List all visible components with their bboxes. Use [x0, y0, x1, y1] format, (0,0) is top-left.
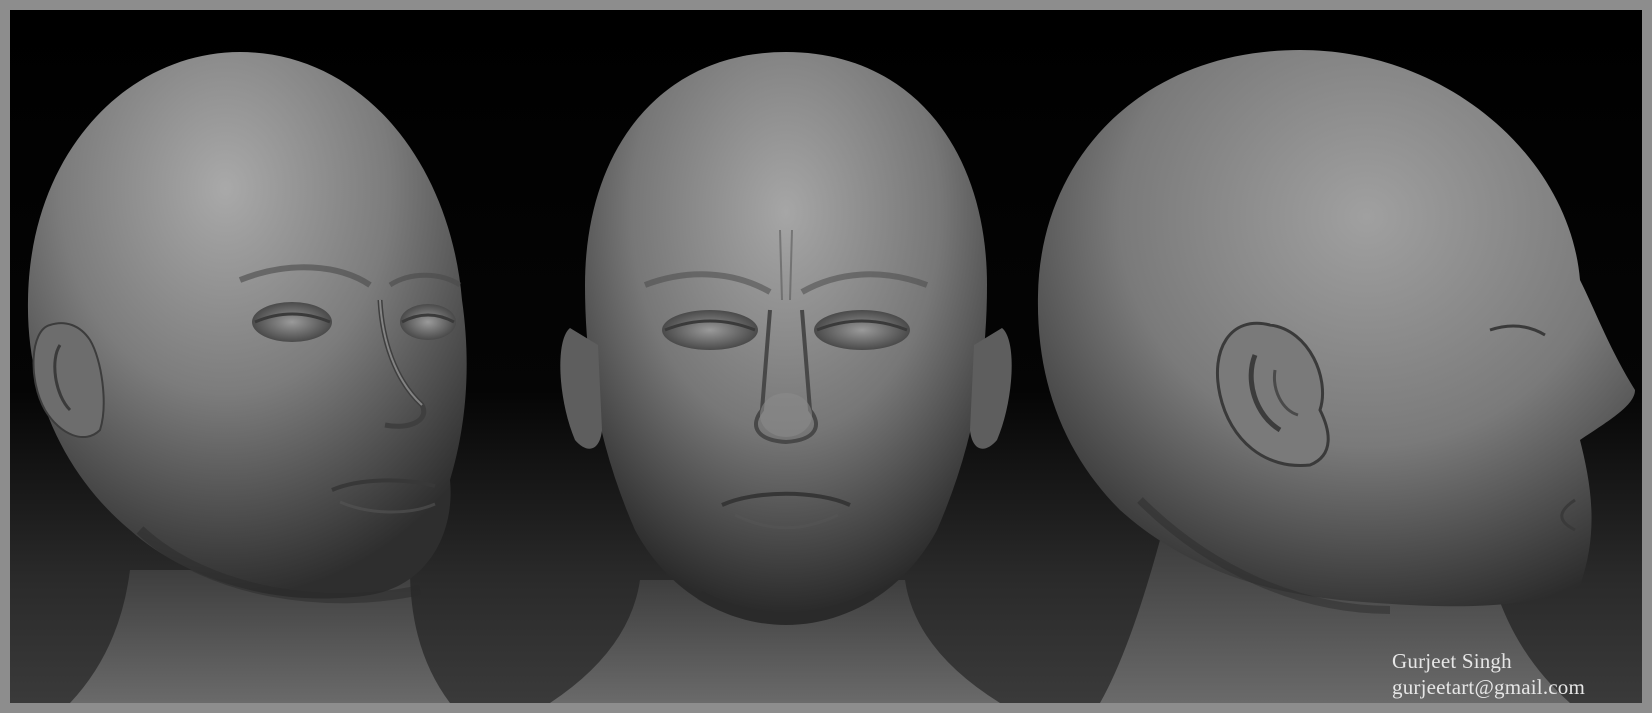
head-front — [550, 52, 1012, 703]
artwork-frame: Gurjeet Singh gurjeetart@gmail.com — [0, 0, 1652, 713]
artist-email: gurjeetart@gmail.com — [1392, 675, 1586, 699]
artist-name: Gurjeet Singh — [1392, 649, 1512, 673]
head-three-quarter — [27, 52, 467, 703]
sculpt-render — [27, 50, 1635, 703]
head-profile — [1037, 50, 1635, 703]
artist-signature: Gurjeet Singh gurjeetart@gmail.com — [1392, 648, 1585, 700]
